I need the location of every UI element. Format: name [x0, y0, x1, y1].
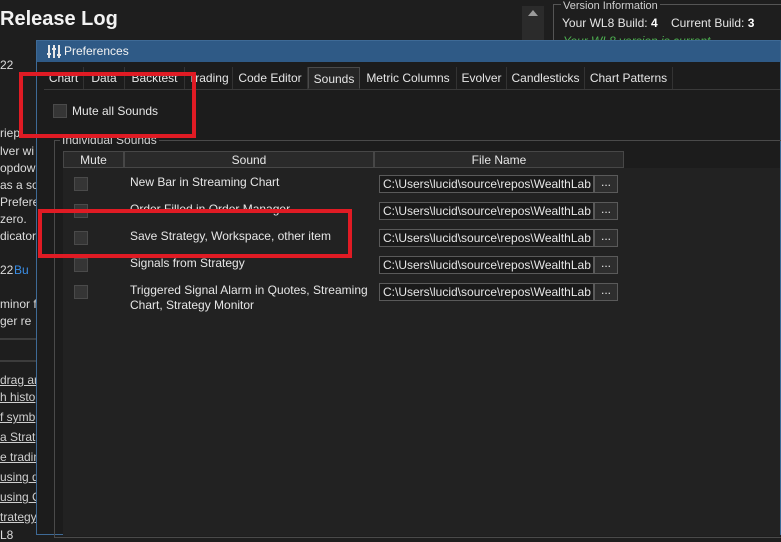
dialog-title: Preferences: [64, 44, 129, 58]
release-log-link[interactable]: f symb: [0, 410, 35, 424]
release-log-fragment: L8: [0, 528, 14, 542]
release-log-link[interactable]: Bu: [14, 263, 29, 277]
release-log-link[interactable]: drag an: [0, 373, 41, 387]
release-log-link[interactable]: h histo: [0, 390, 35, 404]
highlight-box-save-strategy: [38, 209, 352, 258]
current-build-label: Current Build:: [670, 16, 745, 30]
version-info-panel: Version Information Your WL8 Build: 4 Cu…: [553, 0, 781, 48]
dialog-titlebar[interactable]: Preferences: [37, 41, 780, 62]
release-log-fragment: ger re: [0, 314, 32, 328]
file-path-field[interactable]: C:\Users\lucid\source\repos\WealthLab: [379, 283, 594, 301]
release-log-fragment: opdow: [0, 161, 36, 175]
grid-header: Mute Sound File Name: [63, 151, 624, 168]
your-build-label: Your WL8 Build:: [562, 16, 648, 30]
file-path-field[interactable]: C:\Users\lucid\source\repos\WealthLab: [379, 202, 594, 220]
sound-name: New Bar in Streaming Chart: [130, 175, 280, 189]
release-log-title: Release Log: [0, 8, 118, 30]
tab-sounds[interactable]: Sounds: [308, 67, 360, 89]
column-header-file-name[interactable]: File Name: [374, 151, 624, 168]
browse-button[interactable]: ...: [594, 202, 618, 220]
divider: [0, 338, 40, 340]
release-log-fragment: riep: [0, 126, 21, 140]
table-row[interactable]: Triggered Signal Alarm in Quotes, Stream…: [63, 279, 623, 313]
table-row[interactable]: New Bar in Streaming Chart C:\Users\luci…: [63, 171, 623, 198]
release-log-fragment: dicator: [0, 229, 37, 243]
your-build-value: 4: [650, 16, 658, 30]
tab-metric-columns[interactable]: Metric Columns: [360, 67, 457, 89]
release-log-fragment: zero.: [0, 212, 27, 226]
release-log-link[interactable]: a Strat: [0, 430, 35, 444]
build-info-row: Your WL8 Build: 4 Current Build: 3: [562, 16, 754, 30]
browse-button[interactable]: ...: [594, 256, 618, 274]
current-build-value: 3: [747, 16, 755, 30]
release-log-link[interactable]: using C: [0, 490, 41, 504]
scroll-up-icon[interactable]: [528, 10, 538, 16]
release-log-fragment: 22: [0, 263, 14, 277]
release-log-fragment: 22: [0, 58, 14, 72]
release-log-fragment: minor fi: [0, 297, 40, 311]
file-path-field[interactable]: C:\Users\lucid\source\repos\WealthLab: [379, 175, 594, 193]
version-info-legend: Version Information: [561, 0, 660, 12]
browse-button[interactable]: ...: [594, 175, 618, 193]
mute-checkbox[interactable]: [74, 285, 88, 299]
release-log-link[interactable]: trategy: [0, 510, 37, 524]
column-header-mute[interactable]: Mute: [63, 151, 124, 168]
release-log-link[interactable]: e tradin: [0, 450, 40, 464]
divider: [0, 360, 40, 362]
file-path-field[interactable]: C:\Users\lucid\source\repos\WealthLab: [379, 229, 594, 247]
release-log-link[interactable]: using d: [0, 470, 39, 484]
release-log-fragment: Prefere: [0, 195, 40, 209]
tab-candlesticks[interactable]: Candlesticks: [507, 67, 585, 89]
browse-button[interactable]: ...: [594, 229, 618, 247]
release-log-fragment: lver wi: [0, 144, 35, 158]
column-header-sound[interactable]: Sound: [124, 151, 374, 168]
tab-chart-patterns[interactable]: Chart Patterns: [585, 67, 673, 89]
browse-button[interactable]: ...: [594, 283, 618, 301]
mute-checkbox[interactable]: [74, 177, 88, 191]
sliders-icon: [47, 45, 61, 58]
highlight-box-mute-all: [19, 72, 196, 138]
scrollbar[interactable]: [522, 6, 544, 44]
mute-checkbox[interactable]: [74, 258, 88, 272]
tab-code-editor[interactable]: Code Editor: [233, 67, 308, 89]
file-path-field[interactable]: C:\Users\lucid\source\repos\WealthLab: [379, 256, 594, 274]
sound-name: Signals from Strategy: [130, 256, 245, 270]
tab-evolver[interactable]: Evolver: [457, 67, 507, 89]
sound-name: Triggered Signal Alarm in Quotes, Stream…: [130, 283, 368, 312]
